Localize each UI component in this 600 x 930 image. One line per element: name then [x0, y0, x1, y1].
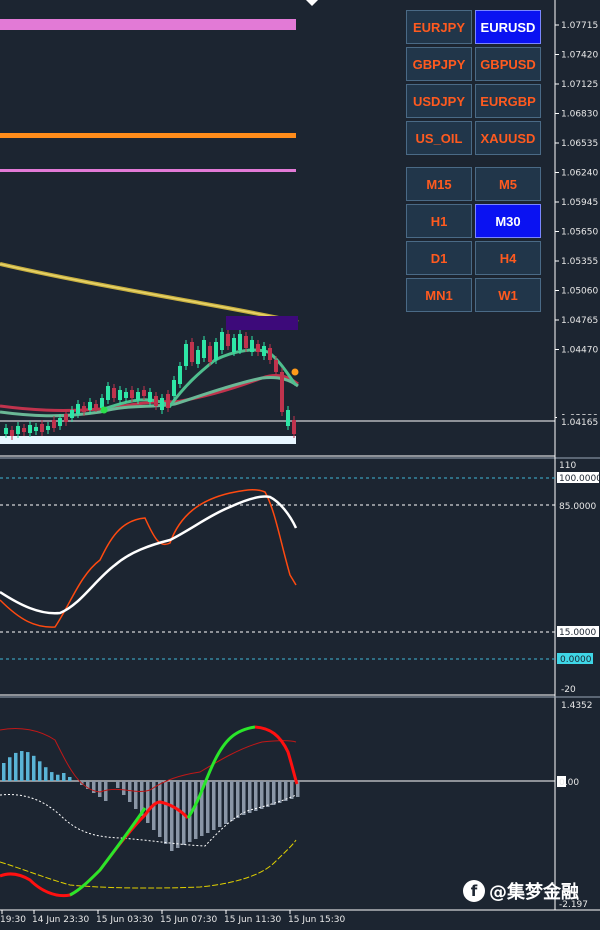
- macd-line-green-1: [69, 807, 147, 897]
- price-tick-label: 1.06535: [561, 139, 598, 149]
- price-axis: 1.07715 1.07420 1.07125 1.06830 1.06535 1.062…: [555, 21, 598, 424]
- stoch-level-0: 0.0000: [560, 655, 592, 665]
- buy-signal-dot: [100, 406, 108, 414]
- price-tick-label: 1.05650: [561, 228, 598, 238]
- resistance-line-orange: [0, 133, 296, 138]
- supply-zone: [226, 316, 298, 330]
- stoch-main-line: [0, 495, 298, 615]
- watermark-text: @集梦金融: [489, 882, 579, 903]
- stoch-level-85: 85.0000: [559, 502, 596, 512]
- timeframe-button-h1[interactable]: H1: [406, 204, 472, 238]
- timeframe-button-d1[interactable]: D1: [406, 241, 472, 275]
- time-tick-label: 15 Jun 15:30: [288, 915, 345, 925]
- stoch-level-100: 100.0000: [559, 474, 600, 484]
- price-tick-label: 1.05355: [561, 257, 598, 267]
- macd-band-lower: [0, 839, 297, 889]
- price-tick-label: 1.05060: [561, 287, 598, 297]
- timeframe-button-w1[interactable]: W1: [475, 278, 541, 312]
- price-tick-label: 1.07420: [561, 51, 598, 61]
- timeframe-button-mn1[interactable]: MN1: [406, 278, 472, 312]
- resistance-zone-pink: [0, 19, 296, 30]
- price-tick-label: 1.07715: [561, 21, 598, 31]
- price-tick-label: 1.04470: [561, 346, 598, 356]
- stoch-signal-line: [0, 489, 297, 628]
- stoch-axis-bottom: -20: [561, 685, 576, 695]
- symbol-button-usdjpy[interactable]: USDJPY: [406, 84, 472, 118]
- price-tick-label: 1.06240: [561, 169, 598, 179]
- symbol-button-eurjpy[interactable]: EURJPY: [406, 10, 472, 44]
- price-tick-label: 1.07125: [561, 80, 598, 90]
- symbol-button-gbpjpy[interactable]: GBPJPY: [406, 47, 472, 81]
- symbol-button-us-oil[interactable]: US_OIL: [406, 121, 472, 155]
- demand-zone-white: [0, 436, 296, 444]
- symbol-button-eurgbp[interactable]: EURGBP: [475, 84, 541, 118]
- price-tick-label: 1.05945: [561, 198, 598, 208]
- price-tick-label: 1.06830: [561, 110, 598, 120]
- stochastic-window: 110 100.0000 85.0000 15.0000 0.0000 -20: [0, 461, 600, 698]
- stoch-axis-top: 110: [559, 461, 576, 471]
- macd-axis-top: 1.4352: [561, 701, 593, 711]
- timeframe-button-h4[interactable]: H4: [475, 241, 541, 275]
- resistance-line-pink: [0, 169, 296, 172]
- macd-histogram: [2, 751, 300, 851]
- price-tick-label: 1.04765: [561, 316, 598, 326]
- stoch-level-15: 15.0000: [559, 628, 596, 638]
- macd-axis-zero: 0.00: [559, 778, 579, 788]
- symbol-button-gbpusd[interactable]: GBPUSD: [475, 47, 541, 81]
- time-tick-label: 15 Jun 03:30: [96, 915, 153, 925]
- facebook-icon: f: [463, 880, 485, 902]
- sell-signal-dot: [291, 368, 299, 376]
- macd-line-red-2: [254, 725, 299, 785]
- time-axis: 19:30 14 Jun 23:30 15 Jun 03:30 15 Jun 07:3…: [0, 910, 345, 925]
- shift-marker-icon[interactable]: [306, 0, 318, 6]
- time-tick-label: 15 Jun 07:30: [160, 915, 217, 925]
- timeframe-button-m30[interactable]: M30: [475, 204, 541, 238]
- watermark: f @集梦金融: [463, 876, 579, 906]
- time-tick-label: 14 Jun 23:30: [32, 915, 89, 925]
- current-price-label: 1.04165: [561, 418, 598, 428]
- symbol-button-eurusd[interactable]: EURUSD: [475, 10, 541, 44]
- candles: [4, 328, 296, 440]
- time-tick-label: 15 Jun 11:30: [224, 915, 281, 925]
- symbol-button-xauusd[interactable]: XAUUSD: [475, 121, 541, 155]
- time-tick-label: 19:30: [0, 915, 26, 925]
- timeframe-button-m5[interactable]: M5: [475, 167, 541, 201]
- timeframe-button-m15[interactable]: M15: [406, 167, 472, 201]
